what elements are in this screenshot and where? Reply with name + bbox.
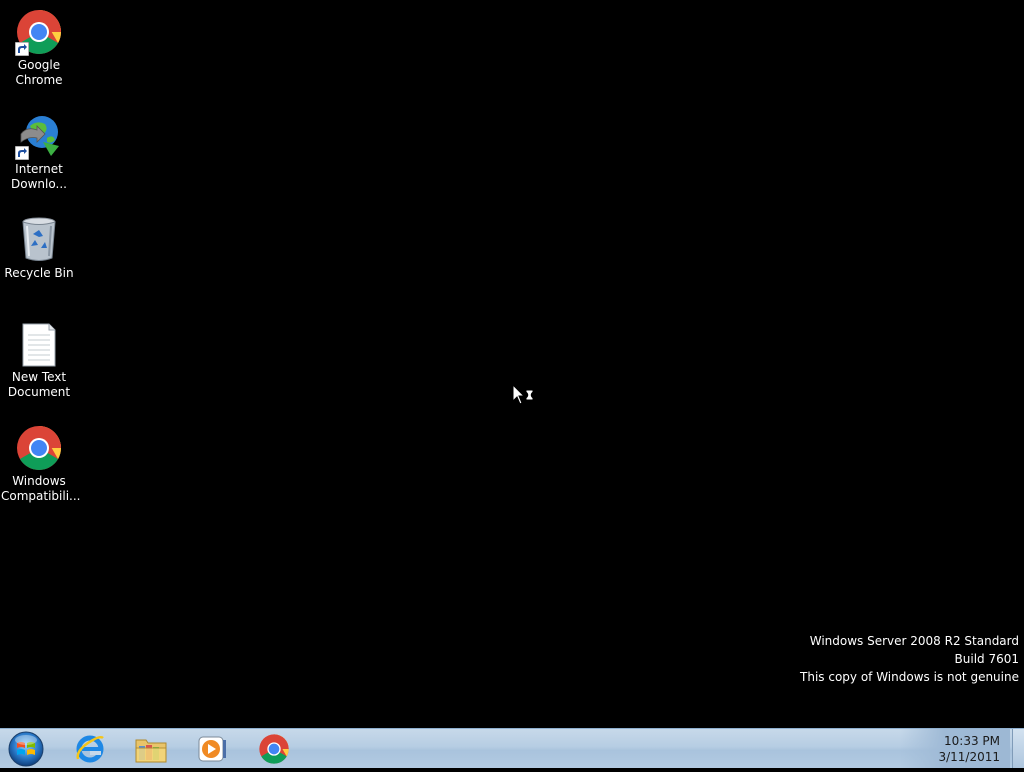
windows-watermark: Windows Server 2008 R2 Standard Build 76…: [800, 632, 1019, 686]
watermark-edition: Windows Server 2008 R2 Standard: [809, 634, 1019, 648]
desktop-icon-label: New Text Document: [7, 370, 71, 399]
internet-explorer-icon: [76, 735, 104, 763]
chrome-icon: [15, 8, 63, 56]
desktop-icon-recycle-bin[interactable]: Recycle Bin: [1, 216, 77, 281]
windows-start-orb-icon: [8, 731, 44, 767]
desktop-icon-label: Recycle Bin: [4, 266, 74, 280]
recycle-bin-icon: [15, 216, 63, 264]
chrome-icon: [15, 424, 63, 472]
taskbar-windows-explorer[interactable]: [123, 731, 179, 767]
desktop-icon-label: Internet Downlo...: [11, 162, 67, 191]
chrome-icon: [259, 734, 289, 764]
taskbar-google-chrome[interactable]: [246, 731, 302, 767]
desktop[interactable]: Google Chrome Internet Downlo... Recycle…: [0, 0, 1024, 728]
shortcut-arrow-icon: [15, 146, 29, 160]
desktop-icon-internet-download-manager[interactable]: Internet Downlo...: [1, 112, 77, 192]
taskbar: 10:33 PM 3/11/2011: [0, 728, 1024, 768]
internet-download-manager-icon: [15, 112, 63, 160]
taskbar-internet-explorer[interactable]: [62, 731, 118, 767]
taskbar-windows-media-player[interactable]: [184, 731, 240, 767]
watermark-genuine-notice: This copy of Windows is not genuine: [800, 670, 1019, 684]
desktop-icon-windows-compatibility[interactable]: Windows Compatibili...: [1, 424, 81, 504]
watermark-build: Build 7601: [954, 652, 1019, 666]
show-desktop-button[interactable]: [1012, 729, 1024, 768]
desktop-icon-new-text-document[interactable]: New Text Document: [1, 320, 77, 400]
clock-time: 10:33 PM: [944, 734, 1000, 748]
shortcut-arrow-icon: [15, 42, 29, 56]
start-button[interactable]: [6, 730, 46, 768]
taskbar-clock[interactable]: 10:33 PM 3/11/2011: [938, 733, 1000, 765]
busy-cursor-icon: [512, 383, 536, 406]
desktop-icon-google-chrome[interactable]: Google Chrome: [1, 8, 77, 88]
media-player-icon: [198, 736, 226, 762]
desktop-icon-label: Windows Compatibili...: [1, 474, 81, 503]
clock-date: 3/11/2011: [938, 750, 1000, 764]
folder-library-icon: [135, 739, 167, 763]
desktop-icon-label: Google Chrome: [15, 58, 63, 87]
text-document-icon: [15, 320, 63, 368]
